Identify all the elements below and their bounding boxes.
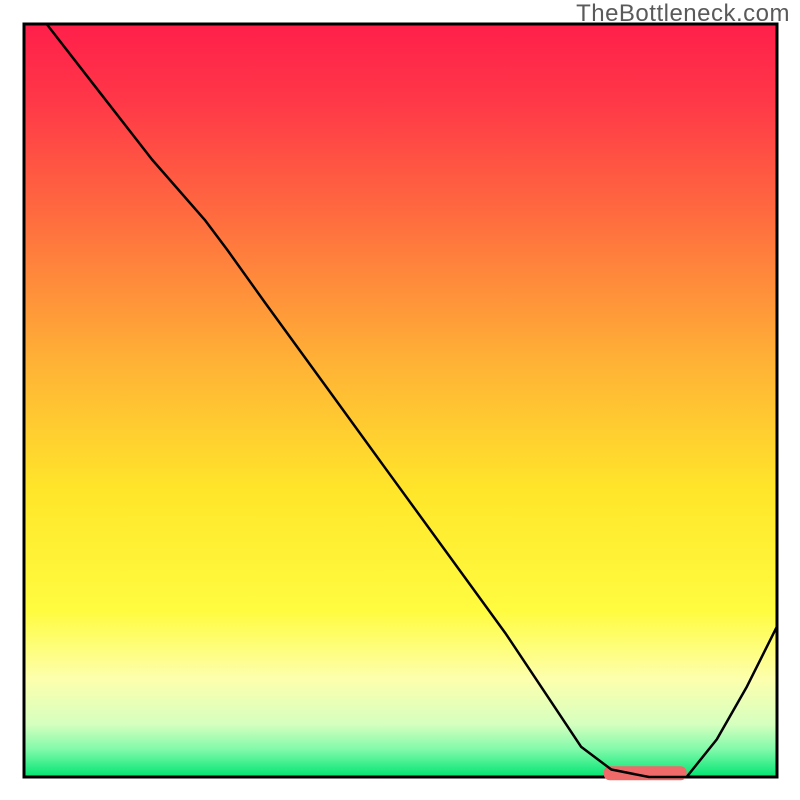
plot-area bbox=[24, 24, 777, 777]
chart-container: TheBottleneck.com bbox=[0, 0, 800, 800]
watermark-label: TheBottleneck.com bbox=[576, 0, 790, 28]
bottleneck-chart bbox=[0, 0, 800, 800]
